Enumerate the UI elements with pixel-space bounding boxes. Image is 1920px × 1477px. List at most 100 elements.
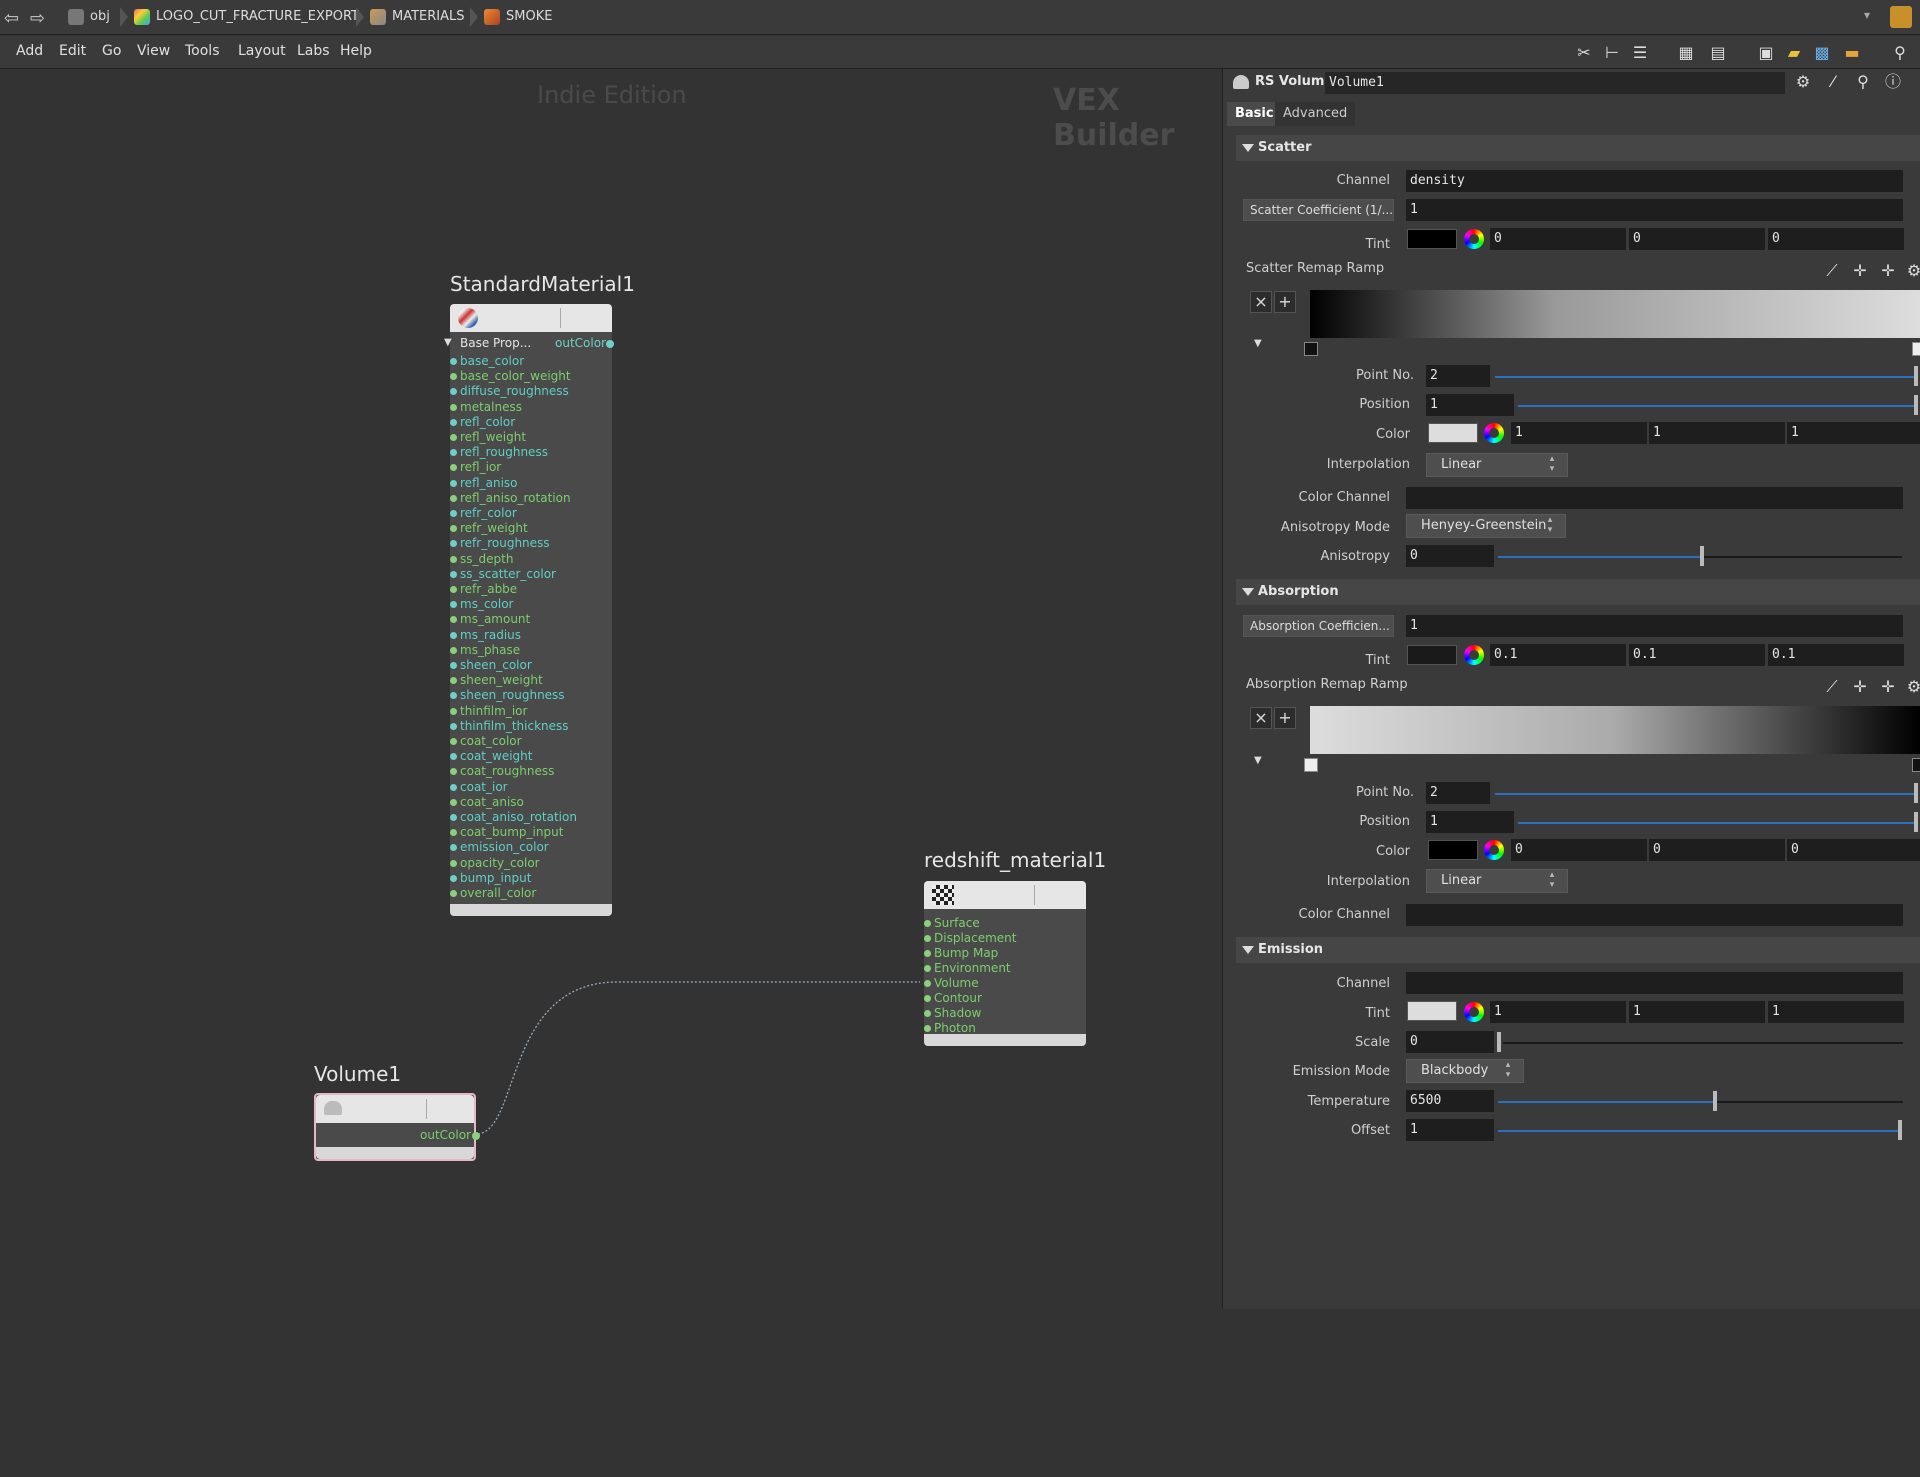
collapse-arrow-icon[interactable]: ▼ xyxy=(444,337,452,348)
list-view-icon[interactable]: ☰ xyxy=(1630,43,1650,63)
color-wheel-icon[interactable] xyxy=(1464,229,1484,249)
tab-advanced[interactable]: Advanced xyxy=(1275,102,1356,126)
output-port-outcolor[interactable]: outColor xyxy=(555,336,606,350)
section-absorption[interactable]: Absorption xyxy=(1236,579,1920,605)
slider-knob[interactable] xyxy=(1497,1032,1501,1052)
absorption-color-channel-field[interactable] xyxy=(1406,904,1903,926)
forward-arrow-icon[interactable]: ⇨ xyxy=(30,8,45,29)
tree-view-icon[interactable]: ⊢ xyxy=(1602,43,1622,63)
input-port[interactable]: opacity_color xyxy=(450,856,540,870)
breadcrumb-smoke[interactable]: SMOKE xyxy=(480,6,552,28)
scatter-tint-swatch[interactable] xyxy=(1407,229,1457,249)
input-port[interactable]: refr_weight xyxy=(450,521,528,535)
scatter-color-r[interactable]: 1 xyxy=(1511,422,1647,444)
scatter-position-field[interactable]: 1 xyxy=(1426,394,1514,416)
node-volume[interactable]: outColor xyxy=(314,1093,480,1161)
input-port[interactable]: Contour xyxy=(924,991,982,1005)
menu-view[interactable]: View xyxy=(137,43,170,59)
path-dropdown-icon[interactable]: ▾ xyxy=(1864,8,1870,22)
absorption-tint-g[interactable]: 0.1 xyxy=(1629,644,1765,666)
tools-icon[interactable]: ✂ xyxy=(1574,43,1594,63)
color-wheel-icon[interactable] xyxy=(1464,645,1484,665)
input-port[interactable]: ss_scatter_color xyxy=(450,567,556,581)
grid-view-icon[interactable]: ▦ xyxy=(1676,43,1696,63)
emission-tint-b[interactable]: 1 xyxy=(1768,1001,1904,1023)
input-port[interactable]: refl_weight xyxy=(449,430,526,444)
point-no-slider[interactable] xyxy=(1495,376,1915,378)
ramp-expand-arrow-icon[interactable]: ▼ xyxy=(1254,755,1262,766)
input-port[interactable]: refl_ior xyxy=(449,460,501,474)
output-port-outcolor[interactable]: outColor xyxy=(420,1128,471,1142)
emission-channel-field[interactable] xyxy=(1406,972,1903,994)
asset-icon[interactable]: ▬ xyxy=(1842,43,1862,63)
node-redshift-material[interactable]: Surface Displacement Bump Map Environment Vo… xyxy=(923,881,1086,1046)
add-point-button[interactable]: + xyxy=(1274,707,1296,729)
move-point-icon[interactable]: ✛ xyxy=(1850,261,1870,281)
menu-add[interactable]: Add xyxy=(16,43,43,59)
input-port[interactable]: sheen_roughness xyxy=(450,688,565,702)
output-port-dot[interactable] xyxy=(606,340,614,348)
back-arrow-icon[interactable]: ⇦ xyxy=(4,8,19,29)
scale-slider[interactable] xyxy=(1503,1042,1903,1044)
ramp-key-end[interactable] xyxy=(1912,758,1920,772)
slider-knob[interactable] xyxy=(1914,366,1918,386)
slider-knob[interactable] xyxy=(1914,812,1918,832)
menu-go[interactable]: Go xyxy=(102,43,121,59)
scatter-color-b[interactable]: 1 xyxy=(1787,422,1920,444)
emission-tint-r[interactable]: 1 xyxy=(1490,1001,1626,1023)
emission-mode-dropdown[interactable]: Blackbody xyxy=(1406,1059,1524,1083)
slider-knob[interactable] xyxy=(1898,1120,1902,1140)
point-no-slider[interactable] xyxy=(1495,793,1915,795)
absorption-position-field[interactable]: 1 xyxy=(1426,811,1514,833)
input-port[interactable]: ms_color xyxy=(450,597,514,611)
input-port[interactable]: Shadow xyxy=(923,1006,981,1020)
gear-icon[interactable]: ⚙ xyxy=(1793,72,1813,92)
emission-tint-g[interactable]: 1 xyxy=(1629,1001,1765,1023)
insert-point-icon[interactable]: ✛ xyxy=(1878,677,1898,697)
menu-labs[interactable]: Labs xyxy=(297,43,330,59)
absorption-coefficient-button[interactable]: Absorption Coefficien... xyxy=(1243,615,1394,637)
menu-layout[interactable]: Layout xyxy=(238,43,286,59)
temperature-field[interactable]: 6500 xyxy=(1406,1090,1494,1112)
absorption-tint-b[interactable]: 0.1 xyxy=(1768,644,1904,666)
anisotropy-mode-dropdown[interactable]: Henyey-Greenstein xyxy=(1406,514,1566,538)
menu-edit[interactable]: Edit xyxy=(59,43,86,59)
offset-field[interactable]: 1 xyxy=(1406,1119,1494,1141)
section-emission[interactable]: Emission xyxy=(1236,937,1920,963)
input-port[interactable]: emission_color xyxy=(450,840,549,854)
input-port[interactable]: coat_bump_input xyxy=(449,825,563,839)
input-port[interactable]: diffuse_roughness xyxy=(450,384,569,398)
node-standard-material[interactable]: ▼ Base Prop... outColor base_color base_c… xyxy=(444,304,614,916)
network-icon[interactable]: ▣ xyxy=(1756,43,1776,63)
position-slider[interactable] xyxy=(1518,822,1915,824)
scatter-coefficient-field[interactable]: 1 xyxy=(1406,199,1903,221)
breadcrumb-logo-cut[interactable]: LOGO_CUT_FRACTURE_EXPORT xyxy=(130,6,359,28)
scatter-color-channel-field[interactable] xyxy=(1406,487,1903,509)
scatter-channel-field[interactable]: density xyxy=(1406,170,1903,192)
slider-knob[interactable] xyxy=(1914,395,1918,415)
slider-knob[interactable] xyxy=(1713,1091,1717,1111)
insert-point-icon[interactable]: ✛ xyxy=(1878,261,1898,281)
scatter-coefficient-button[interactable]: Scatter Coefficient (1/... xyxy=(1243,199,1394,221)
scatter-tint-b[interactable]: 0 xyxy=(1768,228,1904,250)
position-slider[interactable] xyxy=(1518,405,1915,407)
breadcrumb-obj[interactable]: obj xyxy=(64,6,110,28)
absorption-color-g[interactable]: 0 xyxy=(1649,839,1785,861)
node-flags-icon[interactable] xyxy=(426,1099,467,1119)
scatter-point-no-field[interactable]: 2 xyxy=(1426,365,1490,387)
input-port[interactable]: refl_roughness xyxy=(450,445,548,459)
input-port[interactable]: refr_roughness xyxy=(450,536,550,550)
input-port[interactable]: bump_input xyxy=(449,871,531,885)
ramp-key-start[interactable] xyxy=(1304,758,1318,772)
tile-view-icon[interactable]: ▤ xyxy=(1708,43,1728,63)
input-port[interactable]: coat_aniso xyxy=(450,795,524,809)
input-port[interactable]: overall_color xyxy=(449,886,536,900)
input-port[interactable]: base_color xyxy=(449,354,524,368)
scatter-color-g[interactable]: 1 xyxy=(1649,422,1785,444)
network-editor[interactable]: Indie Edition VEX Builder StandardMateri… xyxy=(0,69,1222,1477)
temperature-slider[interactable] xyxy=(1498,1101,1713,1103)
absorption-color-r[interactable]: 0 xyxy=(1511,839,1647,861)
ramp-settings-icon[interactable]: ⚙ xyxy=(1904,261,1920,281)
ramp-expand-arrow-icon[interactable]: ▼ xyxy=(1254,338,1262,349)
absorption-coefficient-field[interactable]: 1 xyxy=(1406,615,1903,637)
